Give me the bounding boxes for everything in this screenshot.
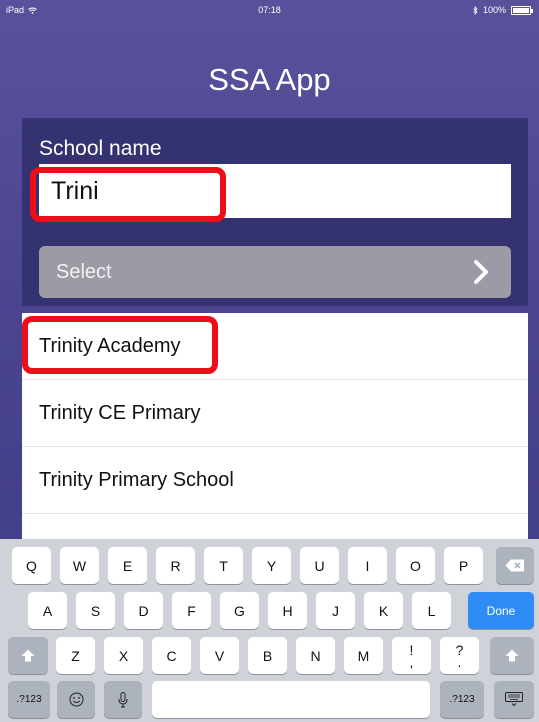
- keyboard-dismiss-icon: [505, 692, 523, 707]
- battery-percent: 100%: [482, 5, 506, 15]
- key-h[interactable]: H: [268, 592, 307, 629]
- key-label: G: [234, 602, 245, 619]
- key-label: V: [214, 647, 225, 664]
- key-g[interactable]: G: [220, 592, 259, 629]
- keyboard-dismiss-key[interactable]: [494, 681, 534, 718]
- key-question-period[interactable]: ? .: [440, 637, 479, 674]
- key-d[interactable]: D: [124, 592, 163, 629]
- key-label: M: [357, 647, 370, 664]
- key-label: Q: [26, 557, 37, 574]
- backspace-key[interactable]: [496, 547, 534, 584]
- key-label: C: [166, 647, 177, 664]
- key-y[interactable]: Y: [252, 547, 291, 584]
- result-item-trinity-academy[interactable]: Trinity Academy: [22, 313, 528, 380]
- key-q[interactable]: Q: [12, 547, 51, 584]
- key-i[interactable]: I: [348, 547, 387, 584]
- key-label: X: [118, 647, 129, 664]
- key-k[interactable]: K: [364, 592, 403, 629]
- key-label: F: [187, 602, 196, 619]
- shift-icon: [505, 649, 519, 662]
- battery-icon: [511, 5, 533, 15]
- key-b[interactable]: B: [248, 637, 287, 674]
- key-label: A: [42, 602, 53, 619]
- key-label: S: [90, 602, 101, 619]
- chevron-right-icon: [474, 260, 488, 284]
- on-screen-keyboard: Q W E R T Y U I O P A S D F G H J K L Do…: [0, 539, 539, 722]
- key-j[interactable]: J: [316, 592, 355, 629]
- key-e[interactable]: E: [108, 547, 147, 584]
- bluetooth-icon: [473, 5, 478, 15]
- school-name-input[interactable]: [39, 164, 511, 218]
- status-right: 100%: [473, 5, 533, 15]
- key-a[interactable]: A: [28, 592, 67, 629]
- key-v[interactable]: V: [200, 637, 239, 674]
- key-label: D: [138, 602, 149, 619]
- done-key-label: Done: [486, 603, 516, 618]
- key-n[interactable]: N: [296, 637, 335, 674]
- numbers-key-left[interactable]: .?123: [8, 681, 50, 718]
- result-item-label: Trinity Academy: [39, 334, 181, 357]
- space-key[interactable]: [152, 681, 430, 718]
- school-results-list: Trinity Academy Trinity CE Primary Trini…: [22, 313, 528, 543]
- emoji-key[interactable]: [57, 681, 95, 718]
- key-label: Y: [266, 557, 277, 574]
- status-time: 07:18: [258, 5, 281, 15]
- key-c[interactable]: C: [152, 637, 191, 674]
- key-label: H: [282, 602, 293, 619]
- shift-icon: [21, 649, 35, 662]
- key-x[interactable]: X: [104, 637, 143, 674]
- shift-key-left[interactable]: [8, 637, 48, 674]
- numbers-key-label: .?123: [449, 694, 475, 705]
- key-label: I: [365, 557, 370, 574]
- app-title: SSA App: [208, 62, 331, 97]
- key-label: R: [170, 557, 181, 574]
- result-item-label: Trinity Primary School: [39, 468, 234, 491]
- key-label: U: [314, 557, 325, 574]
- result-item-trinity-primary-school[interactable]: Trinity Primary School: [22, 447, 528, 514]
- result-item-label: Trinity CE Primary: [39, 401, 201, 424]
- key-l[interactable]: L: [412, 592, 451, 629]
- key-r[interactable]: R: [156, 547, 195, 584]
- key-label: P: [458, 557, 469, 574]
- key-label: N: [310, 647, 321, 664]
- result-item-trinity-ce-primary[interactable]: Trinity CE Primary: [22, 380, 528, 447]
- key-z[interactable]: Z: [56, 637, 95, 674]
- key-label: K: [378, 602, 389, 619]
- key-label: J: [332, 602, 339, 619]
- key-label: Z: [71, 647, 80, 664]
- numbers-key-right[interactable]: .?123: [440, 681, 484, 718]
- school-name-label: School name: [39, 137, 162, 160]
- key-label-bottom: .: [457, 653, 462, 670]
- key-o[interactable]: O: [396, 547, 435, 584]
- key-p[interactable]: P: [444, 547, 483, 584]
- numbers-key-label: .?123: [16, 694, 42, 705]
- status-bar: iPad 07:18 100%: [0, 0, 539, 20]
- select-button[interactable]: Select: [39, 246, 511, 298]
- key-w[interactable]: W: [60, 547, 99, 584]
- key-m[interactable]: M: [344, 637, 383, 674]
- key-f[interactable]: F: [172, 592, 211, 629]
- key-s[interactable]: S: [76, 592, 115, 629]
- key-label: B: [262, 647, 273, 664]
- app-screen: iPad 07:18 100% SSA App School name Sele…: [0, 0, 539, 722]
- key-u[interactable]: U: [300, 547, 339, 584]
- backspace-icon: [505, 559, 524, 572]
- select-button-label: Select: [56, 260, 112, 283]
- key-t[interactable]: T: [204, 547, 243, 584]
- key-label: O: [410, 557, 421, 574]
- microphone-key[interactable]: [104, 681, 142, 718]
- done-key[interactable]: Done: [468, 592, 534, 629]
- shift-key-right[interactable]: [490, 637, 534, 674]
- microphone-icon: [118, 691, 128, 707]
- key-label: T: [219, 557, 228, 574]
- key-label: E: [122, 557, 133, 574]
- key-exclamation-comma[interactable]: ! ,: [392, 637, 431, 674]
- key-label-bottom: ,: [409, 653, 414, 670]
- emoji-icon: [69, 692, 83, 707]
- key-label: W: [72, 557, 87, 574]
- school-form-panel: School name Select: [22, 118, 528, 306]
- key-label: L: [427, 602, 436, 619]
